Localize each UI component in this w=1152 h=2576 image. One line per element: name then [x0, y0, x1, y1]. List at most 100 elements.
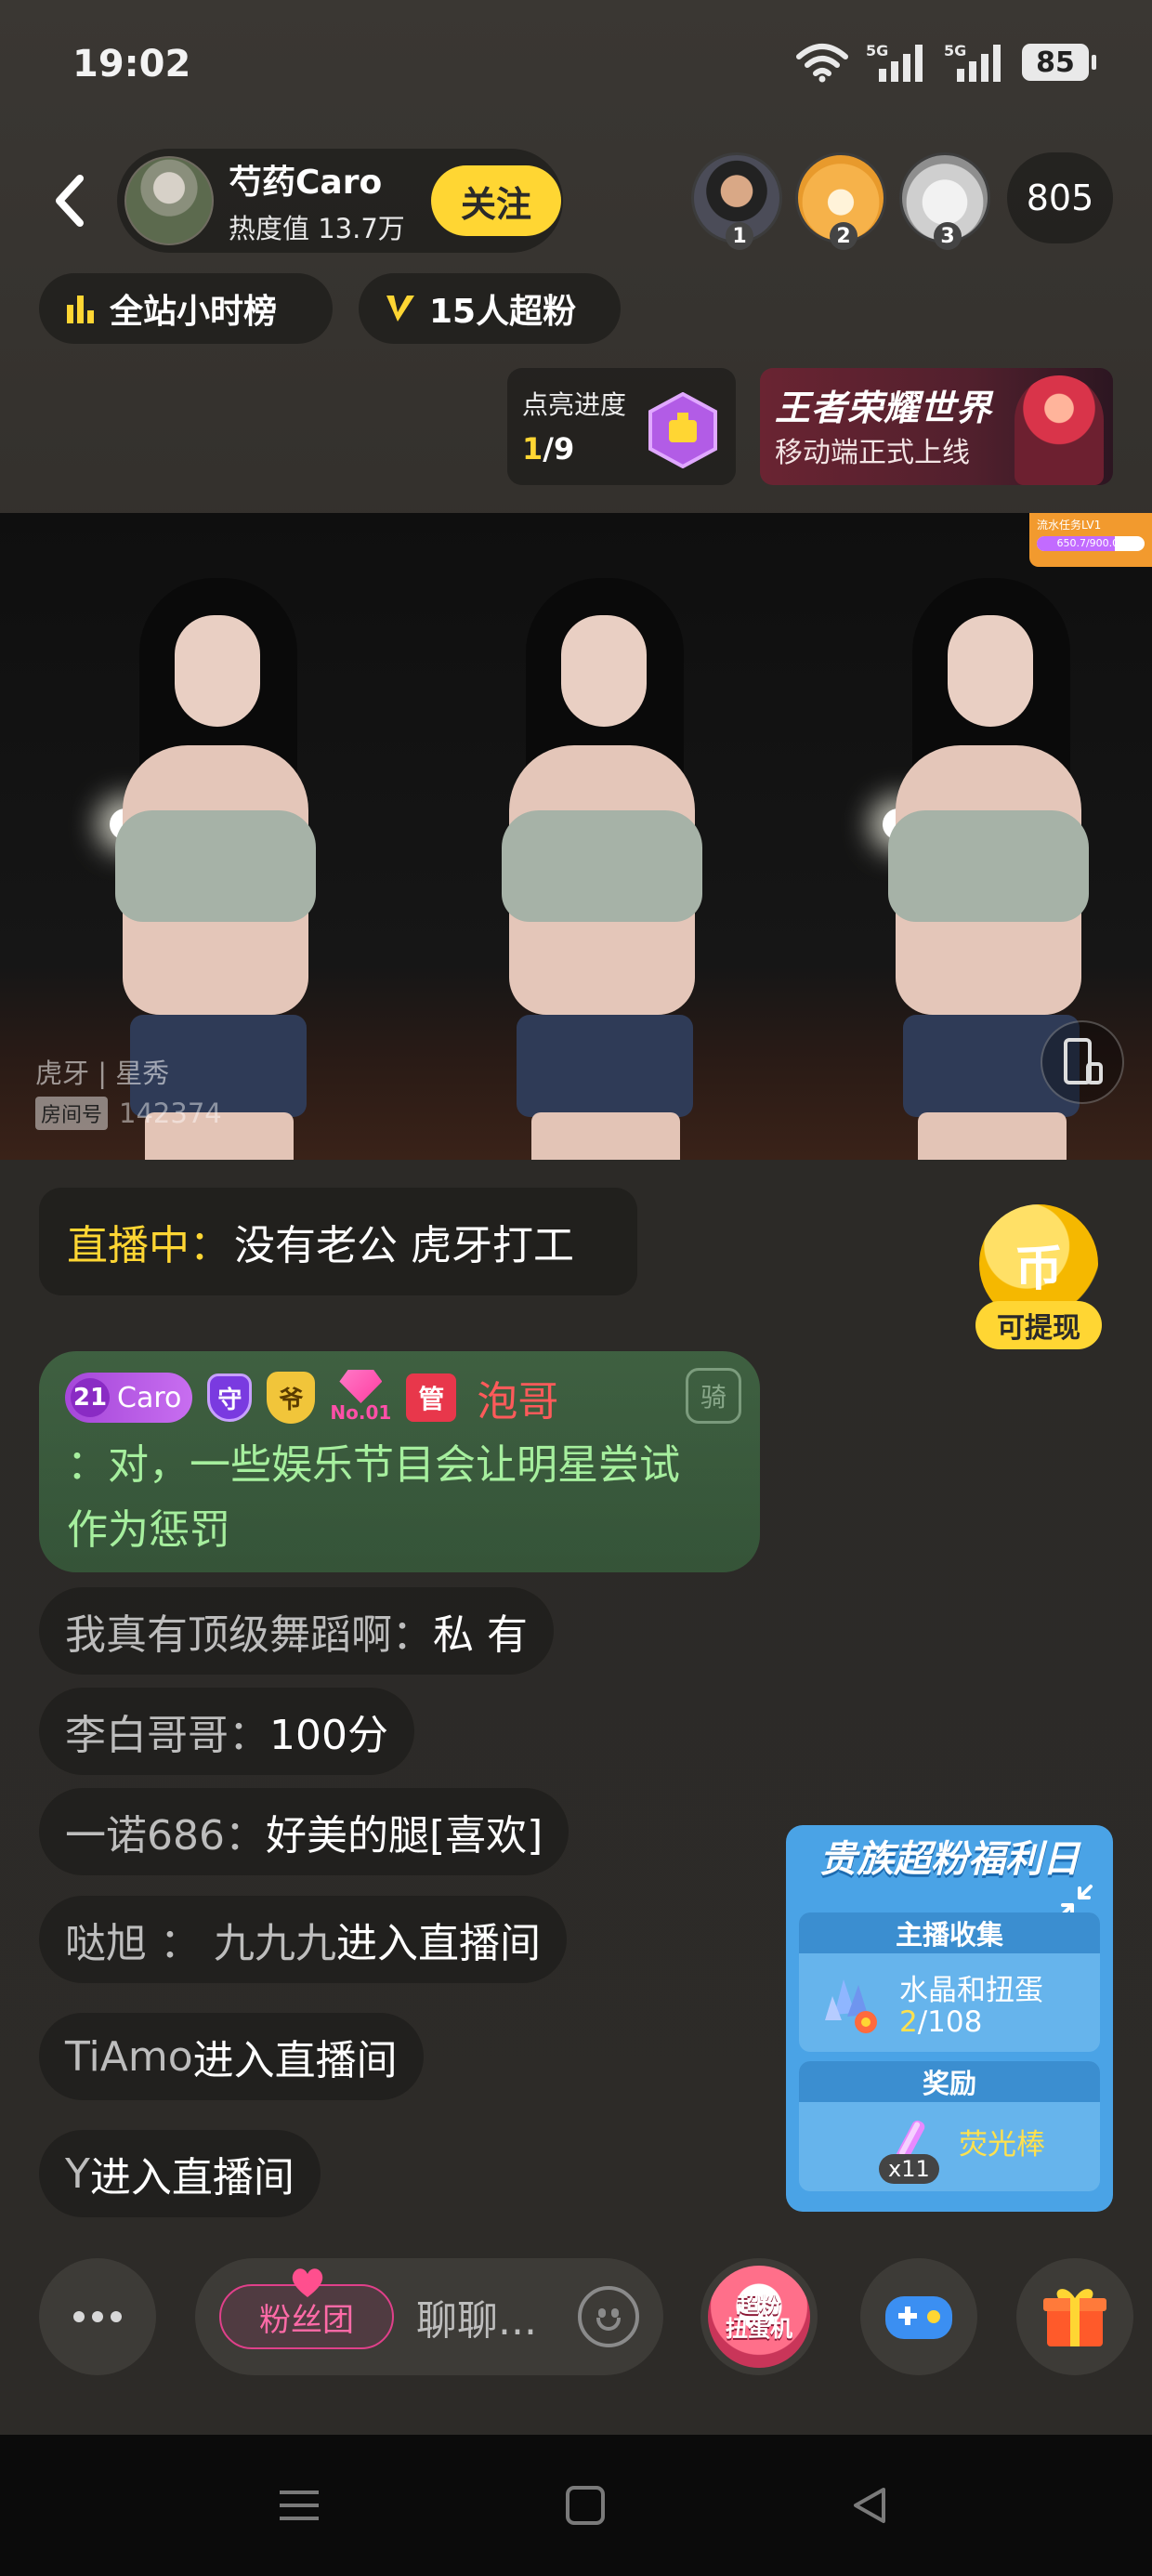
chat-message[interactable]: 我真有顶级舞蹈啊：私 有 [39, 1587, 554, 1675]
hourly-rank-label: 全站小时榜 [110, 293, 278, 331]
room-number-value: 142374 [119, 1097, 222, 1129]
nav-menu-button[interactable] [271, 2477, 327, 2533]
v-badge-icon [386, 296, 414, 322]
chat-username: 一诺686： [65, 1812, 266, 1860]
wifi-icon [795, 42, 849, 83]
host-info: 芍药Caro 热度值 13.7万 [229, 155, 424, 246]
ride-badge-icon: 骑 [686, 1368, 741, 1424]
hexagon-badge-icon [648, 392, 717, 468]
status-icons: 5G 5G 85 [795, 41, 1096, 84]
chat-message[interactable]: Y 进入直播间 [39, 2130, 321, 2217]
chat-placeholder: 聊聊... [416, 2297, 537, 2345]
super-fan-gacha-button[interactable]: 超粉 扭蛋机 [700, 2258, 818, 2375]
game-character-image [1015, 375, 1104, 485]
gamepad-icon [885, 2296, 952, 2339]
chat-text: 100分 [269, 1712, 388, 1759]
live-topic: 直播中： 没有老公 虎牙打工 [39, 1188, 637, 1295]
follow-button[interactable]: 关注 [431, 165, 561, 236]
live-video[interactable]: 流水任务LV1 650.7/900.0k 虎牙 | 星秀 房间号 142374 [0, 513, 1152, 1160]
crystal-icon [825, 1979, 877, 2033]
chat-text: 进入直播间 [192, 2037, 398, 2084]
guard-badge: 守 [207, 1373, 253, 1422]
gift-icon [1043, 2289, 1106, 2346]
top-viewers: 1 2 3 [691, 152, 990, 250]
home-square-icon [566, 2486, 605, 2525]
live-room: 19:02 5G 5G 85 芍药Caro 热度值 13.7万 关注 1 2 3 [0, 0, 1152, 2435]
fan-level-badge: 21 Caro [65, 1373, 193, 1423]
game-button[interactable] [860, 2258, 977, 2375]
rotate-screen-icon [1064, 1038, 1103, 1084]
signal-icon-2: 5G [944, 41, 1005, 84]
nav-back-button[interactable] [842, 2477, 897, 2533]
mission-label: 流水任务LV1 [1037, 519, 1102, 532]
diamond-rank-badge: No.01 [330, 1370, 391, 1426]
more-button[interactable] [39, 2258, 156, 2375]
message-text: ：对，一些娱乐节目会让明星尝试作为惩罚 [67, 1441, 680, 1554]
more-dots-icon [73, 2311, 85, 2322]
withdraw-coin-button[interactable]: 币 可提现 [968, 1204, 1109, 1357]
live-topic-text: 没有老公 虎牙打工 [234, 1222, 574, 1269]
battery-icon: 85 [1022, 44, 1096, 81]
chat-input[interactable]: 粉丝团 聊聊... [195, 2258, 663, 2375]
svg-text:5G: 5G [944, 42, 966, 59]
collect-name: 水晶和扭蛋 [899, 1974, 1043, 2007]
viewer-rank: 1 [726, 222, 753, 250]
nav-home-button[interactable] [557, 2477, 613, 2533]
gift-button[interactable] [1016, 2258, 1133, 2375]
chat-message[interactable]: TiAmo 进入直播间 [39, 2013, 424, 2100]
reward-section-head: 奖励 [799, 2061, 1100, 2102]
diamond-icon [339, 1370, 383, 1403]
game-ad-title: 王者荣耀世界 [775, 388, 993, 428]
chevron-left-icon [56, 175, 84, 227]
status-bar: 19:02 5G 5G 85 [0, 0, 1152, 130]
collect-section: 主播收集 水晶和扭蛋 2/108 [799, 1912, 1100, 2052]
super-fans-chip[interactable]: 15人超粉 [359, 273, 621, 344]
fan-club-button[interactable]: 粉丝团 [219, 2268, 394, 2349]
status-time: 19:02 [72, 43, 191, 85]
message-username[interactable]: 泡哥 [477, 1368, 558, 1427]
hourly-rank-chip[interactable]: 全站小时榜 [39, 273, 333, 344]
host-name: 芍药Caro [229, 164, 383, 202]
live-topic-label: 直播中： [67, 1222, 230, 1269]
viewer-avatar[interactable]: 1 [691, 152, 782, 250]
streamer-figure [489, 578, 721, 1160]
video-watermark: 虎牙 | 星秀 [35, 1058, 170, 1089]
game-ad-banner[interactable]: 王者荣耀世界 移动端正式上线 [760, 368, 1113, 485]
back-button[interactable] [43, 167, 95, 234]
svg-text:5G: 5G [866, 42, 888, 59]
viewer-avatar[interactable]: 3 [899, 152, 990, 250]
reward-quantity: x11 [879, 2154, 939, 2184]
chat-text: 私 有 [433, 1611, 528, 1659]
chat-username: 哒旭 ： 九九九 [65, 1920, 336, 1967]
chat-text: 进入直播间 [335, 1920, 541, 1967]
chat-message[interactable]: 哒旭 ： 九九九 进入直播间 [39, 1896, 567, 1983]
emoji-icon[interactable] [578, 2286, 639, 2347]
viewer-count[interactable]: 805 [1007, 152, 1113, 243]
room-number: 房间号 142374 [35, 1097, 222, 1130]
rotate-screen-button[interactable] [1041, 1020, 1124, 1104]
mission-progress-bar: 650.7/900.0k [1037, 536, 1145, 551]
mission-progress-widget[interactable]: 流水任务LV1 650.7/900.0k [1029, 513, 1152, 567]
light-up-progress[interactable]: 点亮进度 1/9 [507, 368, 736, 485]
host-avatar[interactable] [124, 156, 214, 245]
chat-text: 好美的腿[喜欢] [265, 1812, 543, 1860]
super-fans-label: 15人超粉 [429, 293, 577, 331]
mission-progress-text: 650.7/900.0k [1056, 537, 1125, 549]
chat-username: 李白哥哥： [65, 1712, 269, 1759]
gacha-machine-icon: 超粉 扭蛋机 [708, 2266, 810, 2368]
bottom-toolbar: 粉丝团 聊聊... 超粉 扭蛋机 [0, 2249, 1152, 2388]
heart-crown-icon [292, 2268, 323, 2297]
bar-chart-icon [67, 296, 94, 323]
host-info-pill[interactable]: 芍药Caro 热度值 13.7万 关注 [117, 149, 563, 253]
chat-text: 进入直播间 [89, 2154, 295, 2201]
chat-message[interactable]: 李白哥哥： 100分 [39, 1688, 414, 1775]
noble-welfare-panel[interactable]: 贵族超粉福利日 主播收集 水晶和扭蛋 2/108 奖励 x11 荧光棒 [786, 1825, 1113, 2212]
collect-count: 2/108 [899, 2005, 983, 2039]
viewer-rank: 2 [830, 222, 857, 250]
highlight-chat-message[interactable]: 21 Caro 守 爷 No.01 管 泡哥 骑 ：对，一些娱乐节目会让明星尝试… [39, 1351, 760, 1572]
reward-name: 荧光棒 [959, 2128, 1045, 2162]
noble-panel-title: 贵族超粉福利日 [819, 1838, 1080, 1881]
system-nav-bar [0, 2435, 1152, 2576]
viewer-avatar[interactable]: 2 [795, 152, 886, 250]
chat-message[interactable]: 一诺686： 好美的腿[喜欢] [39, 1788, 569, 1875]
